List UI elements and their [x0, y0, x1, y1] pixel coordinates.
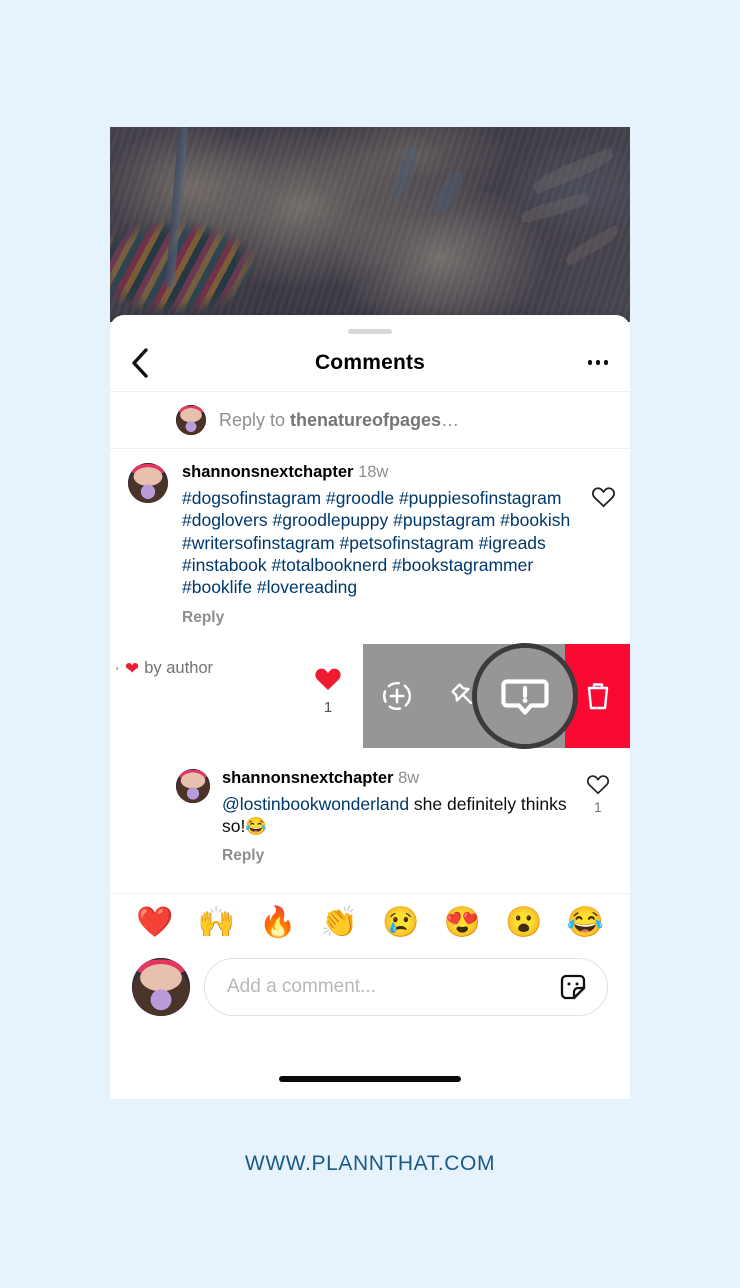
sticker-icon: [560, 975, 586, 1000]
emoji-heart[interactable]: ❤️: [136, 908, 173, 938]
more-dot-2: [595, 360, 601, 365]
post-photo[interactable]: [110, 127, 630, 322]
like-comment-button[interactable]: [591, 463, 616, 627]
comment-text: @lostinbookwonderland she definitely thi…: [222, 793, 580, 838]
emoji-quick-bar: ❤️ 🙌 🔥 👏 😢 😍 😮 😂: [110, 893, 630, 948]
comment-item[interactable]: shannonsnextchapter 18w #dogsofinstagram…: [110, 449, 630, 627]
comment-body: shannonsnextchapter 18w #dogsofinstagram…: [182, 463, 591, 627]
page-root: Comments Reply to thenatureofpages… shan…: [0, 0, 740, 1288]
reply-to-banner[interactable]: Reply to thenatureofpages…: [110, 392, 630, 449]
reply-to-label: Reply to thenatureofpages…: [219, 410, 459, 431]
swiped-comment-row: w · ❤ by author 1: [110, 637, 630, 755]
reply-button[interactable]: Reply: [222, 847, 580, 865]
more-dot-3: [603, 360, 609, 365]
delete-comment-button[interactable]: [565, 643, 630, 748]
reply-to-ellipsis: …: [441, 409, 460, 430]
pin-comment-button[interactable]: [440, 672, 488, 720]
comment-body: shannonsnextchapter 8w @lostinbookwonder…: [222, 769, 580, 866]
phone-screen: Comments Reply to thenatureofpages… shan…: [110, 127, 630, 1099]
heart-outline-icon: [586, 774, 609, 795]
emoji-raised-hands[interactable]: 🙌: [198, 908, 235, 938]
avatar: [128, 463, 168, 503]
like-count: 1: [323, 698, 333, 716]
comment-meta: w · ❤ by author: [110, 659, 213, 679]
comments-header: Comments: [110, 334, 630, 392]
comment-composer: [110, 948, 630, 1017]
emoji-joy[interactable]: 😂: [567, 908, 604, 938]
comment-text: #dogsofinstagram #groodle #puppiesofinst…: [182, 487, 571, 598]
more-options-button[interactable]: [578, 343, 618, 383]
comment-username[interactable]: shannonsnextchapter: [222, 769, 393, 787]
comment-item[interactable]: shannonsnextchapter 8w @lostinbookwonder…: [110, 755, 630, 866]
report-comment-button[interactable]: [507, 672, 555, 720]
photo-dim-overlay: [110, 127, 630, 322]
comment-input[interactable]: [227, 976, 557, 999]
reply-to-prefix: Reply to: [219, 409, 291, 430]
home-indicator: [279, 1076, 461, 1082]
swipe-actions: [363, 643, 630, 748]
reply-to-username: thenatureofpages: [290, 409, 442, 430]
heart-filled-icon: [315, 668, 341, 690]
emoji-clap[interactable]: 👏: [321, 908, 358, 938]
heart-outline-icon: [592, 487, 615, 508]
chevron-left-icon: [132, 347, 148, 378]
comment-timestamp: 18w: [358, 463, 389, 481]
page-title: Comments: [314, 350, 426, 374]
comment-username[interactable]: shannonsnextchapter: [182, 463, 353, 481]
footer-url: WWW.PLANNTHAT.COM: [244, 1152, 496, 1175]
reply-button[interactable]: Reply: [182, 609, 591, 627]
emoji-heart-eyes[interactable]: 😍: [444, 908, 481, 938]
like-comment-button[interactable]: 1: [580, 769, 616, 866]
emoji-cry[interactable]: 😢: [382, 908, 419, 938]
comment-header: shannonsnextchapter 8w: [222, 769, 580, 789]
comment-input-wrapper[interactable]: [204, 958, 608, 1017]
like-count: 1: [593, 798, 602, 815]
comment-timestamp: 8w: [398, 768, 420, 787]
comment-meta-time: w ·: [110, 659, 120, 678]
like-count-group[interactable]: 1: [313, 665, 343, 716]
sticker-button[interactable]: [557, 971, 589, 1003]
trash-icon: [587, 683, 608, 709]
add-to-story-icon: [382, 681, 411, 710]
emoji-fire[interactable]: 🔥: [259, 908, 296, 938]
swipe-actions-gray-panel: [363, 643, 565, 748]
back-button[interactable]: [120, 343, 160, 383]
pin-icon: [451, 683, 473, 704]
emoji-surprised[interactable]: 😮: [505, 908, 542, 938]
more-dot-1: [587, 360, 593, 365]
avatar: [132, 958, 190, 1017]
avatar: [176, 405, 206, 435]
comment-mention[interactable]: @lostinbookwonderland: [222, 794, 409, 814]
avatar: [176, 768, 210, 803]
comments-sheet: Comments Reply to thenatureofpages… shan…: [110, 315, 630, 1099]
add-to-story-button[interactable]: [373, 672, 421, 720]
heart-filled-icon: ❤: [125, 658, 140, 678]
comment-meta-author: by author: [144, 659, 214, 678]
comment-header: shannonsnextchapter 18w: [182, 463, 591, 483]
